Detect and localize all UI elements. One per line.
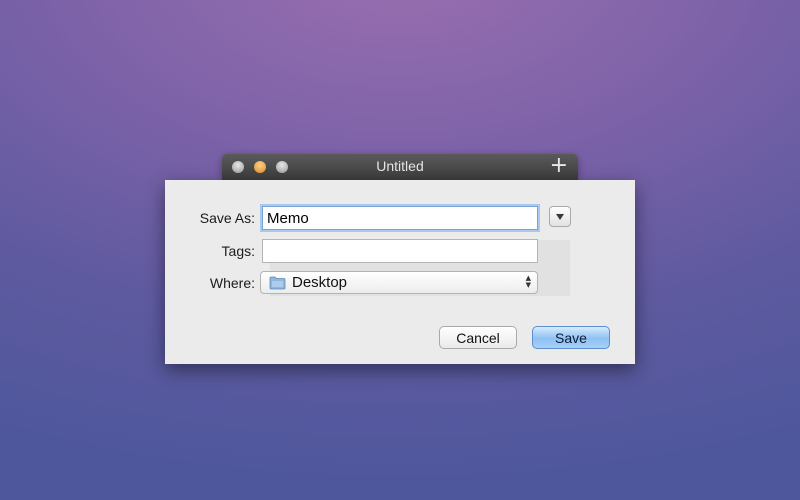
save-as-label: Save As: [199,210,255,226]
window-titlebar[interactable]: Untitled + [222,154,578,180]
where-popup[interactable]: Desktop ▲ ▼ [260,271,538,294]
cancel-button[interactable]: Cancel [439,326,517,349]
window-title: Untitled [376,158,424,174]
where-popup-value: Desktop [292,274,348,291]
save-as-field[interactable]: Memo [262,206,538,230]
folder-icon [269,276,286,289]
save-button[interactable]: Save [532,326,610,349]
tags-field[interactable] [262,239,538,263]
expand-dialog-button[interactable] [549,206,571,227]
tags-label: Tags: [221,243,255,259]
up-down-arrows-icon: ▲ ▼ [525,274,531,289]
triangle-down-icon [556,213,564,220]
where-label: Where: [209,275,255,291]
new-document-button[interactable]: + [550,155,568,177]
